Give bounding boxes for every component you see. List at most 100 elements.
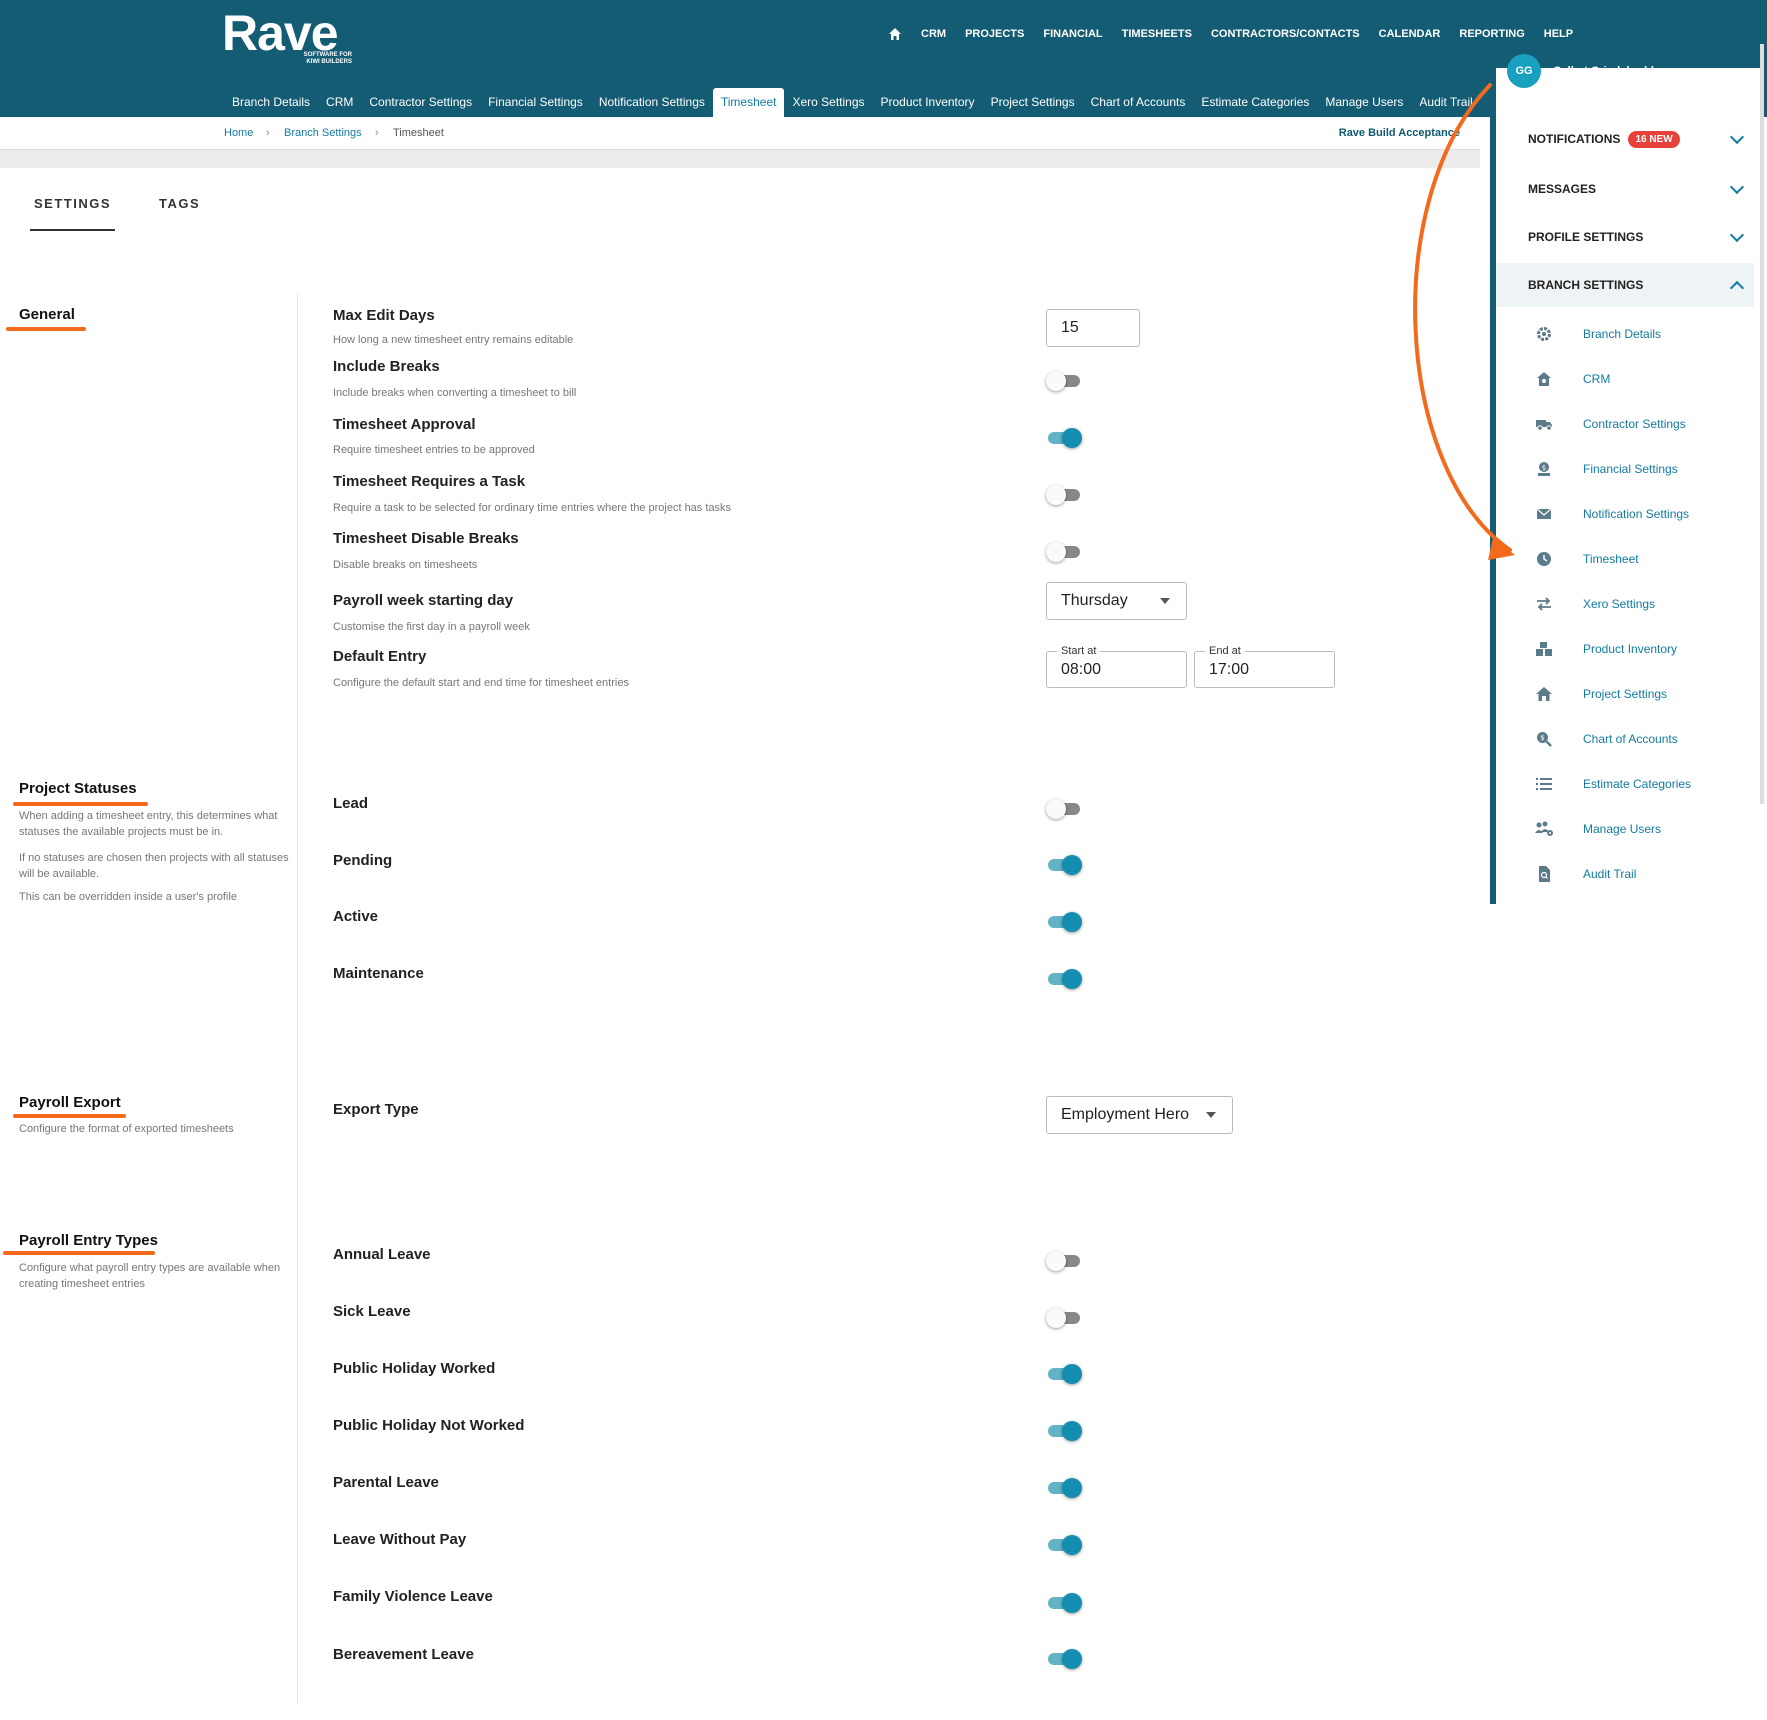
entry-type-label-annual-leave: Annual Leave	[333, 1246, 431, 1263]
entry-type-toggle-leave-without-pay[interactable]	[1046, 1532, 1082, 1558]
disable-breaks-desc: Disable breaks on timesheets	[333, 559, 478, 571]
panel-item-branch-details[interactable]: Branch Details	[1533, 322, 1661, 346]
include-breaks-toggle[interactable]	[1046, 368, 1082, 394]
requires-task-toggle[interactable]	[1046, 482, 1082, 508]
payroll-week-label: Payroll week starting day	[333, 592, 514, 609]
chevron-down-icon	[1729, 129, 1745, 145]
panel-branch-settings[interactable]: BRANCH SETTINGS	[1496, 263, 1754, 307]
status-toggle-lead[interactable]	[1046, 796, 1082, 822]
user-menu-trigger[interactable]: GG Gellert Grindelwald	[1507, 54, 1654, 88]
branch-link[interactable]: Rave Build Acceptance	[1339, 127, 1460, 139]
panel-profile-settings[interactable]: PROFILE SETTINGS	[1496, 215, 1754, 259]
payroll-export-desc: Configure the format of exported timeshe…	[19, 1123, 234, 1135]
search-dollar-icon: $	[1533, 728, 1555, 750]
entry-type-label-public-holiday-worked: Public Holiday Worked	[333, 1360, 496, 1377]
subnav-manage-users[interactable]: Manage Users	[1317, 88, 1411, 117]
subnav-notification-settings[interactable]: Notification Settings	[591, 88, 713, 117]
entry-type-label-public-holiday-not-worked: Public Holiday Not Worked	[333, 1417, 525, 1434]
disable-breaks-toggle[interactable]	[1046, 539, 1082, 565]
top-nav-help[interactable]: HELP	[1544, 28, 1573, 40]
panel-item-estimate-categories[interactable]: Estimate Categories	[1533, 772, 1691, 796]
payroll-entry-types-desc: Configure what payroll entry types are a…	[19, 1262, 281, 1290]
entry-type-toggle-parental-leave[interactable]	[1046, 1475, 1082, 1501]
timesheet-approval-toggle[interactable]	[1046, 425, 1082, 451]
timesheet-approval-label: Timesheet Approval	[333, 416, 476, 433]
panel-item-product-inventory[interactable]: Product Inventory	[1533, 637, 1677, 661]
max-edit-days-input[interactable]: 15	[1046, 309, 1140, 347]
top-nav-crm[interactable]: CRM	[921, 28, 946, 40]
panel-messages[interactable]: MESSAGES	[1496, 167, 1754, 211]
panel-item-notification-settings[interactable]: Notification Settings	[1533, 502, 1689, 526]
end-at-label: End at	[1205, 645, 1245, 657]
top-nav-reporting[interactable]: REPORTING	[1459, 28, 1524, 40]
list-icon	[1533, 773, 1555, 795]
tab-tags[interactable]: TAGS	[155, 196, 204, 231]
project-statuses-desc: When adding a timesheet entry, this dete…	[19, 810, 278, 838]
status-label-pending: Pending	[333, 852, 393, 869]
top-nav-timesheets[interactable]: TIMESHEETS	[1122, 28, 1192, 40]
panel-item-contractor-settings[interactable]: Contractor Settings	[1533, 412, 1686, 436]
entry-type-label-sick-leave: Sick Leave	[333, 1303, 411, 1320]
export-type-select[interactable]: Employment Hero	[1046, 1096, 1233, 1134]
panel-item-crm[interactable]: CRM	[1533, 367, 1610, 391]
subnav-project-settings[interactable]: Project Settings	[983, 88, 1083, 117]
entry-type-toggle-bereavement-leave[interactable]	[1046, 1646, 1082, 1672]
annotation-underline	[6, 327, 86, 331]
payroll-week-select[interactable]: Thursday	[1046, 582, 1187, 620]
project-statuses-desc: This can be overridden inside a user's p…	[19, 891, 237, 903]
subnav-xero-settings[interactable]: Xero Settings	[784, 88, 872, 117]
breadcrumb-home[interactable]: Home	[224, 127, 253, 139]
crm-house-icon	[1533, 368, 1555, 390]
payroll-week-desc: Customise the first day in a payroll wee…	[333, 621, 530, 633]
chevron-down-icon	[1729, 227, 1745, 243]
entry-type-toggle-family-violence-leave[interactable]	[1046, 1590, 1082, 1616]
top-nav-contractors[interactable]: CONTRACTORS/CONTACTS	[1211, 28, 1360, 40]
status-toggle-active[interactable]	[1046, 909, 1082, 935]
panel-item-xero-settings[interactable]: Xero Settings	[1533, 592, 1655, 616]
entry-type-toggle-public-holiday-worked[interactable]	[1046, 1361, 1082, 1387]
panel-item-timesheet[interactable]: Timesheet	[1533, 547, 1639, 571]
gear-icon	[1533, 323, 1555, 345]
tab-settings[interactable]: SETTINGS	[30, 196, 116, 231]
entry-type-toggle-public-holiday-not-worked[interactable]	[1046, 1418, 1082, 1444]
panel-notifications[interactable]: NOTIFICATIONS 16 NEW	[1496, 117, 1754, 161]
rave-logo[interactable]: Rave SOFTWARE FOR KIWI BUILDERS	[222, 8, 352, 65]
subnav-crm[interactable]: CRM	[318, 88, 361, 117]
subnav-contractor-settings[interactable]: Contractor Settings	[361, 88, 480, 117]
chevron-down-icon	[1160, 598, 1170, 604]
section-title-payroll-entry-types: Payroll Entry Types	[19, 1232, 158, 1249]
top-nav-financial[interactable]: FINANCIAL	[1043, 28, 1102, 40]
subnav-product-inventory[interactable]: Product Inventory	[873, 88, 983, 117]
entry-type-toggle-annual-leave[interactable]	[1046, 1248, 1082, 1274]
panel-item-chart-of-accounts[interactable]: $ Chart of Accounts	[1533, 727, 1678, 751]
top-nav: CRM PROJECTS FINANCIAL TIMESHEETS CONTRA…	[888, 27, 1573, 41]
section-title-payroll-export: Payroll Export	[19, 1094, 121, 1111]
include-breaks-desc: Include breaks when converting a timeshe…	[333, 387, 577, 399]
status-toggle-pending[interactable]	[1046, 852, 1082, 878]
breadcrumb-branch-settings[interactable]: Branch Settings	[284, 127, 362, 139]
top-nav-projects[interactable]: PROJECTS	[965, 28, 1024, 40]
entry-type-toggle-sick-leave[interactable]	[1046, 1305, 1082, 1331]
home-icon[interactable]	[888, 27, 902, 41]
money-bag-icon: $	[1533, 458, 1555, 480]
breadcrumb-separator: ›	[266, 127, 270, 139]
subnav-chart-of-accounts[interactable]: Chart of Accounts	[1083, 88, 1194, 117]
panel-scrollbar[interactable]	[1760, 44, 1764, 804]
subnav-timesheet[interactable]: Timesheet	[712, 88, 785, 117]
entry-type-label-family-violence-leave: Family Violence Leave	[333, 1588, 493, 1605]
include-breaks-label: Include Breaks	[333, 358, 440, 375]
panel-item-project-settings[interactable]: Project Settings	[1533, 682, 1667, 706]
subnav-branch-details[interactable]: Branch Details	[224, 88, 318, 117]
entry-type-label-leave-without-pay: Leave Without Pay	[333, 1531, 467, 1548]
panel-item-financial-settings[interactable]: $ Financial Settings	[1533, 457, 1678, 481]
max-edit-days-desc: How long a new timesheet entry remains e…	[333, 334, 574, 346]
subnav-audit-trail[interactable]: Audit Trail	[1411, 88, 1480, 117]
panel-item-audit-trail[interactable]: Audit Trail	[1533, 862, 1636, 886]
status-toggle-maintenance[interactable]	[1046, 966, 1082, 992]
top-nav-calendar[interactable]: CALENDAR	[1379, 28, 1441, 40]
subnav-estimate-categories[interactable]: Estimate Categories	[1193, 88, 1317, 117]
panel-item-manage-users[interactable]: Manage Users	[1533, 817, 1661, 841]
subnav-financial-settings[interactable]: Financial Settings	[480, 88, 591, 117]
default-entry-label: Default Entry	[333, 648, 427, 665]
avatar: GG	[1507, 54, 1541, 88]
